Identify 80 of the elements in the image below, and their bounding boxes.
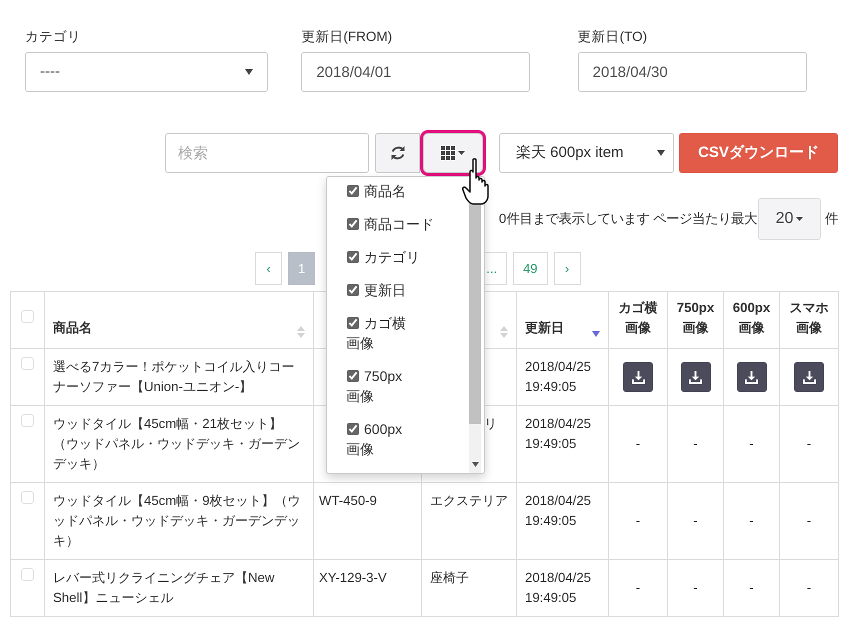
date-cell: 2018/04/25 19:49:05 [516, 560, 608, 616]
download-icon [632, 370, 644, 384]
column-option[interactable]: 商品コード [346, 214, 466, 247]
scrollbar[interactable] [469, 177, 481, 473]
download-button[interactable] [680, 362, 710, 392]
csv-download-button[interactable]: CSVダウンロード [679, 133, 838, 173]
empty-cell: - [780, 560, 838, 616]
category-cell: 座椅子 [422, 560, 516, 616]
column-checkbox[interactable] [347, 317, 359, 329]
column-header: カゴ横 画像 [608, 292, 668, 348]
column-checkbox[interactable] [347, 370, 359, 382]
date-field[interactable]: 2018/04/30 [578, 52, 807, 92]
product-name-cell: ウッドタイル【45cm幅・9枚セット】（ウッドパネル・ウッドデッキ・ガーデンデッキ） [44, 482, 314, 560]
field-label: 更新日(FROM) [301, 28, 392, 46]
refresh-button[interactable] [375, 133, 420, 173]
date-field[interactable]: 2018/04/01 [301, 52, 530, 92]
empty-cell: - [780, 482, 838, 560]
download-icon [802, 370, 816, 384]
caret-icon [245, 69, 254, 75]
date-cell: 2018/04/25 19:49:05 [516, 482, 608, 560]
column-header: スマホ 画像 [780, 292, 838, 348]
empty-cell: - [608, 560, 668, 616]
row-checkbox[interactable] [21, 491, 34, 504]
empty-cell: - [668, 406, 724, 482]
field-label: 更新日(TO) [578, 28, 648, 46]
column-option[interactable]: カゴ横 画像 [346, 313, 466, 366]
page-link[interactable]: 49 [513, 252, 548, 285]
refresh-icon [390, 145, 406, 161]
column-checkbox[interactable] [347, 423, 359, 435]
scroll-down-icon [472, 462, 479, 467]
column-checkbox[interactable] [347, 251, 359, 263]
column-header: 600px 画像 [724, 292, 780, 348]
column-option[interactable]: 商品名 [346, 181, 466, 214]
column-checkbox[interactable] [347, 218, 359, 230]
download-button[interactable] [736, 362, 766, 392]
row-checkbox[interactable] [21, 568, 34, 582]
download-icon [689, 370, 702, 384]
empty-cell: - [724, 406, 780, 482]
status-text: 0件目まで表示しています ページ当たり最大 [498, 210, 757, 228]
product-code-cell: WT-450-9 [314, 482, 422, 560]
download-button[interactable] [623, 362, 653, 392]
empty-cell: - [668, 560, 724, 616]
search-field[interactable]: 検索 [165, 133, 369, 173]
columns-button[interactable] [423, 133, 483, 173]
product-name-cell: ウッドタイル【45cm幅・21枚セット】（ウッドパネル・ウッドデッキ・ガーデンデッキ） [44, 406, 314, 482]
column-header: 750px 画像 [668, 292, 724, 348]
download-button[interactable] [794, 362, 824, 392]
column-option[interactable]: 更新日 [346, 280, 466, 313]
page-size-button[interactable]: 20 [758, 198, 821, 240]
product-name-cell: レバー式リクライニングチェア【New Shell】ニューシェル [44, 560, 314, 616]
column-checkbox[interactable] [347, 185, 359, 197]
caret-icon [458, 151, 465, 155]
category-select[interactable]: ---- [25, 52, 268, 92]
column-option[interactable]: カテゴリ [346, 247, 466, 280]
column-header[interactable]: 更新日 [525, 318, 564, 338]
download-icon [745, 370, 758, 384]
field-label: カテゴリ [25, 28, 81, 46]
caret-icon [796, 217, 804, 221]
empty-cell: - [724, 482, 780, 560]
column-header[interactable]: 商品名 [53, 318, 92, 338]
product-name-cell: 選べる7カラー！ポケットコイル入りコーナーソファー【Union-ユニオン-】 [44, 348, 314, 406]
empty-cell: - [668, 482, 724, 560]
category-cell: エクステリア [422, 482, 516, 560]
empty-cell: - [724, 560, 780, 616]
empty-cell: - [608, 406, 668, 482]
date-cell: 2018/04/25 19:49:05 [516, 406, 608, 482]
row-checkbox[interactable] [21, 357, 34, 370]
select-all-checkbox[interactable] [21, 310, 34, 324]
column-checkbox[interactable] [347, 284, 359, 296]
page-link[interactable]: › [554, 252, 581, 285]
page-link[interactable]: ‹ [255, 252, 282, 285]
empty-cell: - [780, 406, 838, 482]
empty-cell: - [608, 482, 668, 560]
product-code-cell: XY-129-3-V [314, 560, 422, 616]
row-checkbox[interactable] [21, 414, 34, 428]
format-select[interactable]: 楽天 600px item [499, 133, 674, 173]
caret-icon [657, 150, 665, 156]
unit-label: 件 [825, 210, 838, 228]
date-cell: 2018/04/25 19:49:05 [516, 348, 608, 406]
grid-icon [441, 146, 455, 160]
